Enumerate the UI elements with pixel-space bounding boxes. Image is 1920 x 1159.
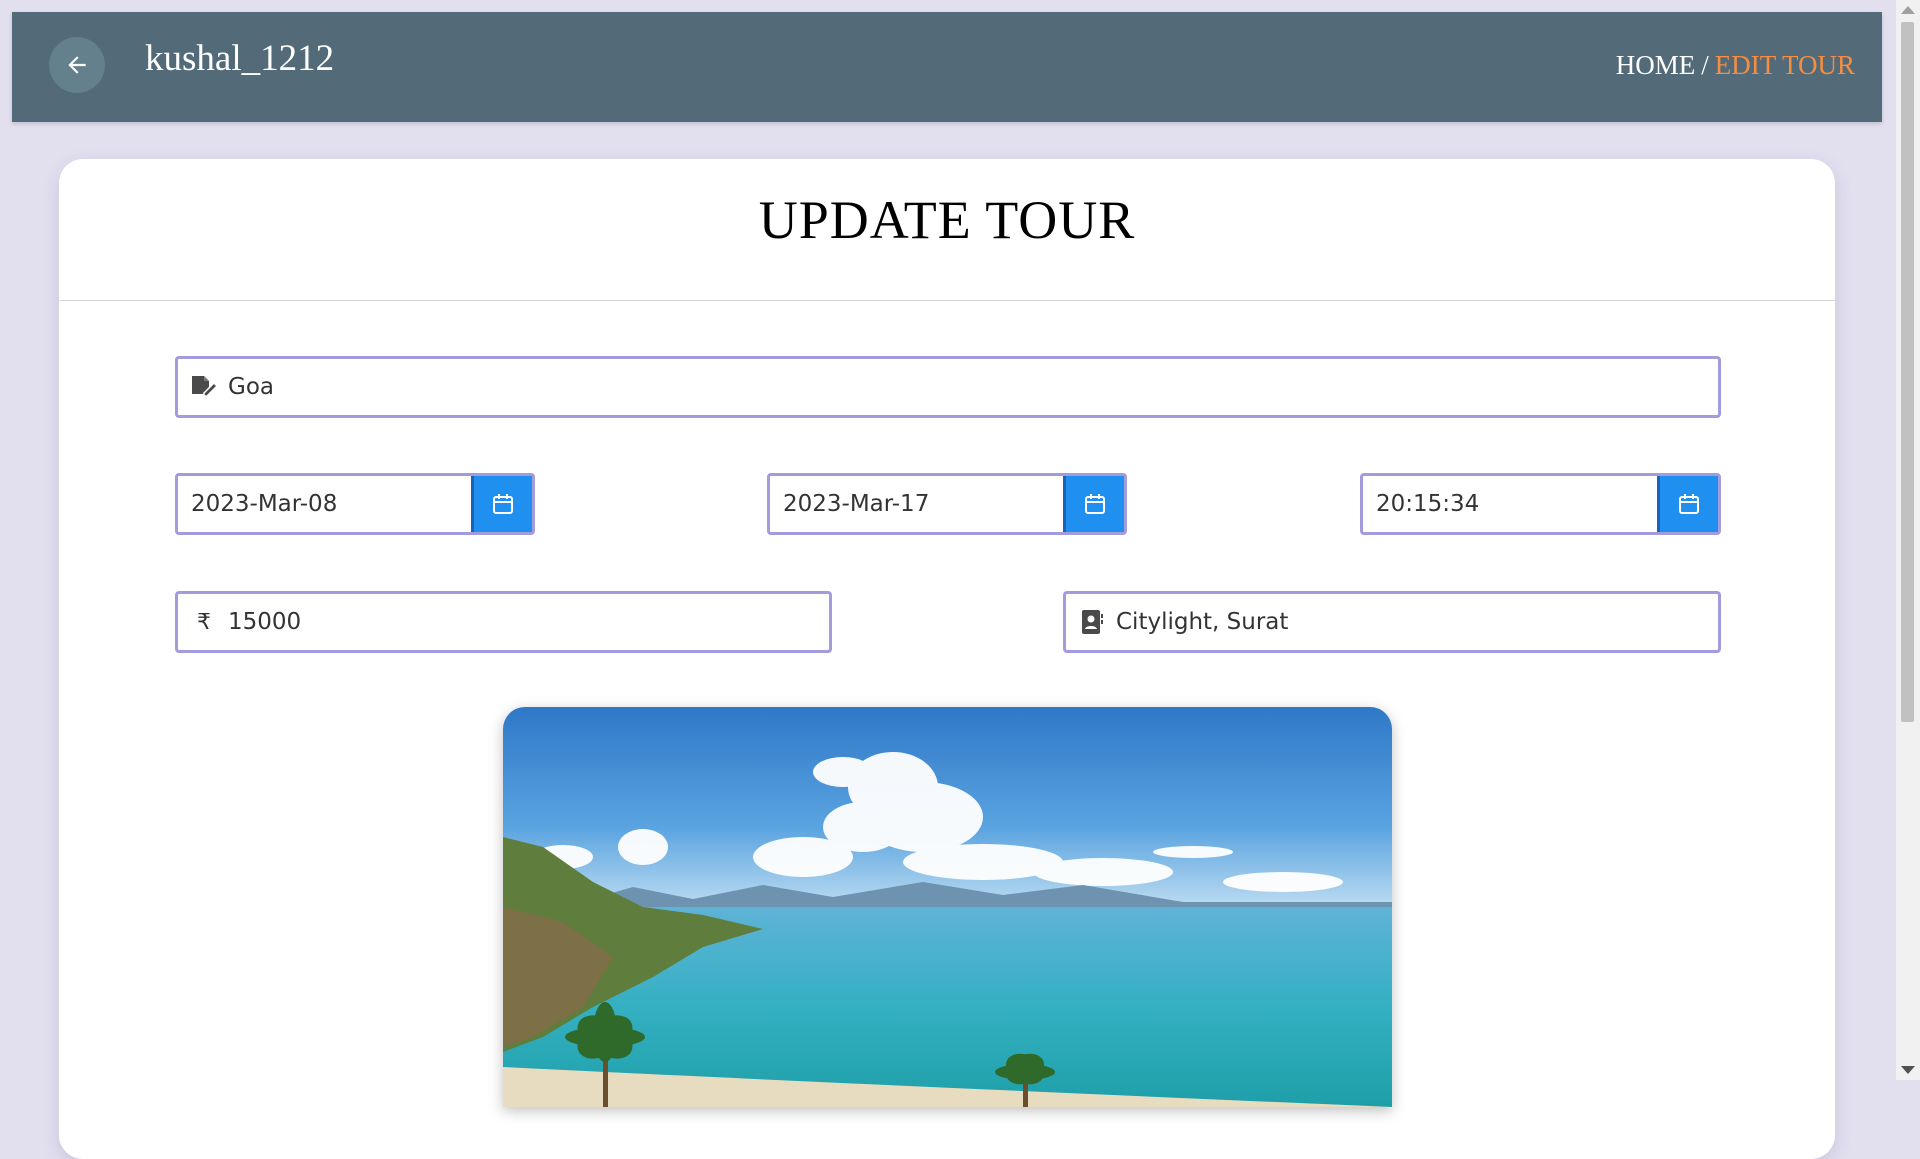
arrow-left-icon	[68, 56, 86, 74]
pickup-location-value: Citylight, Surat	[1116, 609, 1289, 635]
page-scrollbar[interactable]	[1896, 0, 1920, 1080]
calendar-icon	[1085, 494, 1105, 514]
scroll-down-arrow[interactable]	[1901, 1066, 1915, 1074]
time-field[interactable]: 20:15:34	[1360, 473, 1721, 535]
time-value: 20:15:34	[1376, 491, 1480, 517]
price-value: 15000	[228, 609, 302, 635]
back-button[interactable]	[49, 37, 105, 93]
page-title: UPDATE TOUR	[758, 190, 1136, 250]
scroll-up-arrow[interactable]	[1901, 6, 1915, 14]
start-date-value: 2023-Mar-08	[191, 491, 338, 517]
top-navbar: kushal_1212 HOME / EDIT TOUR	[12, 12, 1882, 122]
start-date-picker-button[interactable]	[471, 476, 532, 532]
title-divider	[59, 300, 1835, 301]
destination-field[interactable]: Goa	[175, 356, 1721, 418]
edit-document-icon	[190, 373, 218, 401]
scrollbar-thumb[interactable]	[1901, 22, 1914, 722]
breadcrumb-current: EDIT TOUR	[1714, 50, 1855, 80]
end-date-picker-button[interactable]	[1063, 476, 1124, 532]
breadcrumb-separator: /	[1701, 50, 1709, 80]
rupee-icon: ₹	[197, 609, 211, 635]
pickup-location-field[interactable]: Citylight, Surat	[1063, 591, 1721, 653]
breadcrumb: HOME / EDIT TOUR	[1616, 52, 1855, 79]
tour-image	[503, 707, 1392, 1107]
destination-value: Goa	[228, 374, 274, 400]
end-date-field[interactable]: 2023-Mar-17	[767, 473, 1127, 535]
calendar-icon	[493, 494, 513, 514]
start-date-field[interactable]: 2023-Mar-08	[175, 473, 535, 535]
username-title: kushal_1212	[145, 38, 335, 79]
price-field[interactable]: ₹ 15000	[175, 591, 832, 653]
end-date-value: 2023-Mar-17	[783, 491, 930, 517]
contact-book-icon	[1078, 608, 1106, 636]
breadcrumb-home-link[interactable]: HOME	[1616, 50, 1696, 80]
calendar-icon	[1679, 494, 1699, 514]
time-picker-button[interactable]	[1657, 476, 1718, 532]
